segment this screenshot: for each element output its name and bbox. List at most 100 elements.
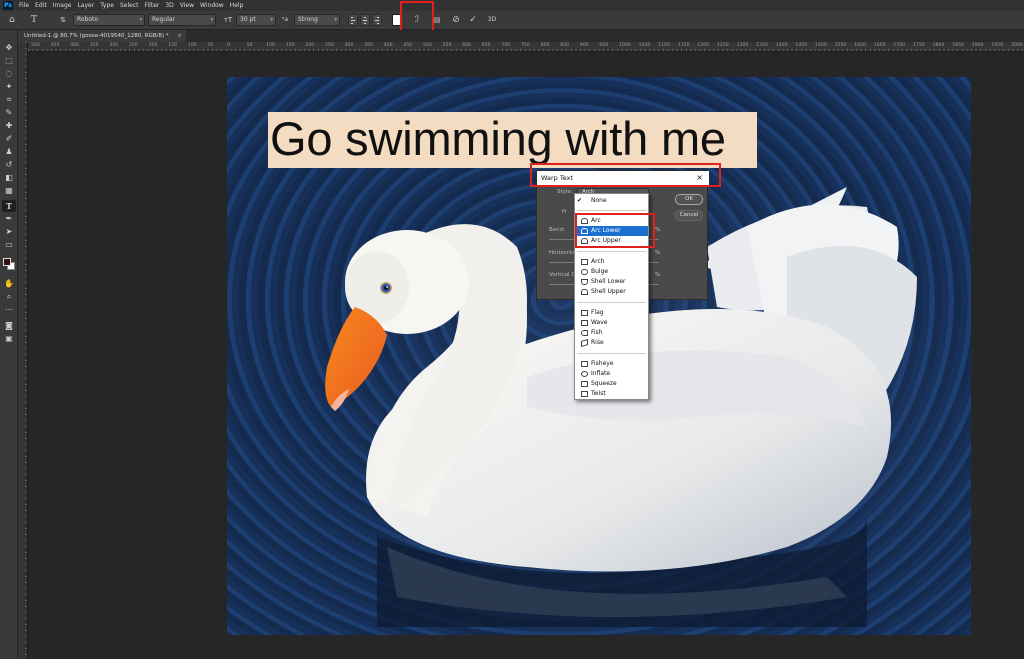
style-option-flag[interactable]: Flag: [575, 308, 648, 318]
ruler-tick-label: 1250: [717, 43, 729, 48]
chevron-down-icon: ▾: [270, 17, 273, 23]
eraser-tool-icon[interactable]: ◧: [2, 172, 16, 184]
history-brush-tool-icon[interactable]: ↺: [2, 159, 16, 171]
style-option-wave[interactable]: Wave: [575, 318, 648, 328]
style-option-label: Rise: [591, 339, 604, 346]
ruler-tick-label: 1000: [619, 43, 631, 48]
font-family-value: Roboto: [77, 16, 99, 23]
align-center-button[interactable]: [360, 14, 370, 26]
style-option-label: None: [591, 197, 607, 204]
style-option-none[interactable]: ✔ None: [575, 196, 648, 206]
ok-button[interactable]: OK: [675, 194, 703, 205]
style-option-label: Flag: [591, 309, 604, 316]
style-option-label: Inflate: [591, 370, 611, 377]
ruler-tick-label: 500: [31, 43, 40, 48]
menu-window[interactable]: Window: [200, 2, 224, 9]
menu-help[interactable]: Help: [230, 2, 244, 9]
gradient-tool-icon[interactable]: ▦: [2, 185, 16, 197]
hand-tool-icon[interactable]: ✋: [2, 278, 16, 290]
align-left-button[interactable]: [348, 14, 358, 26]
font-size-select[interactable]: 30 pt ▾: [236, 14, 276, 26]
pen-tool-icon[interactable]: ✒: [2, 213, 16, 225]
home-icon[interactable]: ⌂: [6, 14, 18, 26]
ruler-tick-label: 650: [481, 43, 491, 48]
3d-icon[interactable]: 3D: [486, 14, 498, 26]
ruler-tick-label: 1350: [756, 43, 768, 48]
style-option-bulge[interactable]: Bulge: [575, 267, 648, 277]
marquee-tool-icon[interactable]: ⬚: [2, 55, 16, 67]
menu-image[interactable]: Image: [53, 2, 72, 9]
more-tools-icon[interactable]: ⋯: [2, 304, 16, 316]
rectangle-tool-icon[interactable]: ▭: [2, 239, 16, 251]
style-label: Style:: [557, 189, 573, 195]
style-option-inflate[interactable]: Inflate: [575, 369, 648, 379]
ruler-tick-label: 550: [442, 43, 452, 48]
rise-icon: [581, 339, 588, 347]
ruler-tick-label: 600: [462, 43, 471, 48]
anti-alias-select[interactable]: Strong ▾: [294, 14, 340, 26]
tools-panel: ✥ ⬚ ◌ ✦ ⌗ ✎ ✚ ✐ ♟ ↺ ◧ ▦ T ✒ ➤ ▭ ✋ ⌕ ⋯ ◙ …: [0, 30, 18, 659]
twist-icon: [581, 391, 588, 397]
divider: [577, 251, 646, 252]
screen-mode-icon[interactable]: ▣: [2, 333, 16, 345]
photoshop-window: Ps File Edit Image Layer Type Select Fil…: [0, 0, 1024, 659]
cancel-button[interactable]: Cancel: [675, 210, 703, 221]
cancel-icon[interactable]: ⊘: [450, 14, 462, 26]
ruler-tick-label: 1800: [932, 43, 945, 48]
ruler-tick-label: 1400: [775, 43, 788, 48]
ruler-tick-label: 1500: [815, 43, 827, 48]
style-option-arch[interactable]: Arch: [575, 257, 648, 267]
shell-upper-icon: [581, 289, 588, 295]
commit-icon[interactable]: ✓: [467, 14, 479, 26]
orientation-icon[interactable]: ⇅: [57, 14, 69, 26]
style-option-twist[interactable]: Twist: [575, 389, 648, 399]
chevron-down-icon: ▾: [210, 17, 213, 23]
document-tab[interactable]: Untitled-1 @ 80.7% (goose-4019540_1280, …: [18, 30, 186, 42]
menu-edit[interactable]: Edit: [35, 2, 47, 9]
ruler-tick-label: 50: [207, 43, 214, 48]
menu-view[interactable]: View: [180, 2, 194, 9]
font-family-select[interactable]: Roboto ▾: [73, 14, 145, 26]
ruler-tick-label: 800: [540, 43, 550, 48]
ruler-tick-label: 450: [50, 43, 60, 48]
ruler-tick-label: 1300: [736, 43, 749, 48]
style-option-label: Fisheye: [591, 360, 614, 367]
eyedropper-tool-icon[interactable]: ✎: [2, 107, 16, 119]
menu-layer[interactable]: Layer: [77, 2, 94, 9]
quick-mask-icon[interactable]: ◙: [2, 320, 16, 332]
zoom-tool-icon[interactable]: ⌕: [2, 291, 16, 303]
align-right-button[interactable]: [372, 14, 382, 26]
horizontal-radio-label[interactable]: H: [562, 209, 566, 215]
style-option-fisheye[interactable]: Fisheye: [575, 359, 648, 369]
move-tool-icon[interactable]: ✥: [2, 42, 16, 54]
close-icon[interactable]: ×: [177, 30, 182, 42]
menu-filter[interactable]: Filter: [145, 2, 160, 9]
crop-tool-icon[interactable]: ⌗: [2, 94, 16, 106]
brush-tool-icon[interactable]: ✐: [2, 133, 16, 145]
style-option-rise[interactable]: Rise: [575, 338, 648, 348]
menu-select[interactable]: Select: [120, 2, 139, 9]
ruler-tick-label: 250: [129, 43, 138, 48]
stamp-tool-icon[interactable]: ♟: [2, 146, 16, 158]
type-tool-icon[interactable]: T: [2, 200, 16, 212]
ruler-tick-label: 1200: [697, 43, 710, 48]
type-tool-icon[interactable]: T: [28, 14, 40, 26]
style-option-shell-upper[interactable]: Shell Upper: [575, 287, 648, 297]
healing-brush-tool-icon[interactable]: ✚: [2, 120, 16, 132]
path-selection-tool-icon[interactable]: ➤: [2, 226, 16, 238]
document-tab-bar: Untitled-1 @ 80.7% (goose-4019540_1280, …: [18, 30, 1024, 42]
style-option-fish[interactable]: Fish: [575, 328, 648, 338]
foreground-color-swatch[interactable]: [3, 258, 11, 266]
text-layer[interactable]: Go swimming with me: [270, 110, 726, 168]
ruler-tick-label: 1700: [893, 43, 906, 48]
ruler-tick-label: 350: [364, 43, 373, 48]
menu-file[interactable]: File: [19, 2, 29, 9]
style-option-squeeze[interactable]: Squeeze: [575, 379, 648, 389]
font-style-select[interactable]: Regular ▾: [148, 14, 216, 26]
menu-3d[interactable]: 3D: [165, 2, 173, 9]
ruler-tick-label: 700: [501, 43, 511, 48]
magic-wand-tool-icon[interactable]: ✦: [2, 81, 16, 93]
style-option-shell-lower[interactable]: Shell Lower: [575, 277, 648, 287]
lasso-tool-icon[interactable]: ◌: [2, 68, 16, 80]
menu-type[interactable]: Type: [100, 2, 114, 9]
